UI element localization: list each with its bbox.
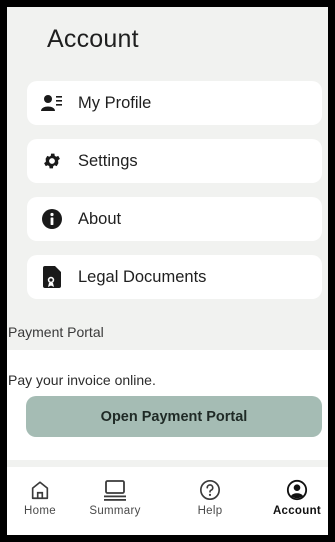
open-payment-portal-button[interactable]: Open Payment Portal <box>26 396 322 437</box>
help-icon <box>197 477 223 503</box>
gear-icon <box>41 150 63 172</box>
my-profile-item[interactable]: My Profile <box>27 81 322 125</box>
about-item[interactable]: About <box>27 197 322 241</box>
nav-account-label: Account <box>272 505 322 517</box>
home-icon <box>27 477 53 503</box>
nav-summary-label: Summary <box>89 505 141 517</box>
account-icon <box>284 477 310 503</box>
nav-home[interactable]: Home <box>7 477 75 517</box>
profile-card-icon <box>41 92 63 114</box>
nav-help-label: Help <box>197 505 223 517</box>
settings-label: Settings <box>78 151 138 170</box>
bottom-navigation: Home Summary Help Account <box>7 467 328 535</box>
summary-icon <box>102 477 128 503</box>
legal-documents-label: Legal Documents <box>78 267 207 286</box>
page-title: Account <box>47 25 139 53</box>
about-label: About <box>78 209 122 228</box>
settings-item[interactable]: Settings <box>27 139 322 183</box>
legal-documents-item[interactable]: Legal Documents <box>27 255 322 299</box>
nav-account[interactable]: Account <box>262 477 328 517</box>
payment-description: Pay your invoice online. <box>8 372 156 388</box>
nav-help[interactable]: Help <box>175 477 245 517</box>
account-screen: Account My Profile Settings About Legal … <box>7 7 328 535</box>
info-icon <box>41 208 63 230</box>
nav-home-label: Home <box>24 505 56 517</box>
payment-portal-section-label: Payment Portal <box>8 324 104 340</box>
payment-portal-panel: Pay your invoice online. Open Payment Po… <box>7 350 328 460</box>
nav-summary[interactable]: Summary <box>80 477 150 517</box>
legal-document-icon <box>41 266 63 288</box>
my-profile-label: My Profile <box>78 93 152 112</box>
